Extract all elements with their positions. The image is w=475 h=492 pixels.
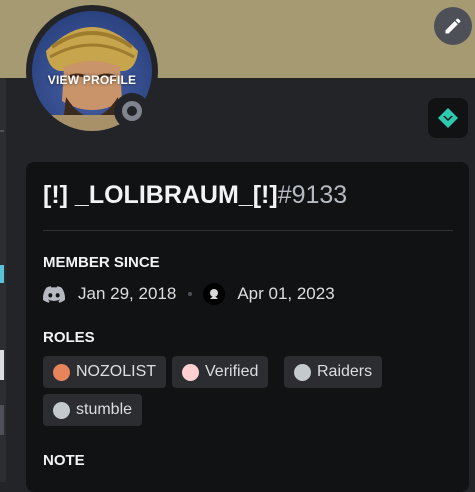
discord-join-date: Jan 29, 2018 bbox=[78, 284, 177, 303]
role-pill[interactable]: Raiders bbox=[284, 356, 383, 388]
role-color-dot bbox=[53, 363, 70, 381]
discord-logo-icon bbox=[43, 285, 65, 303]
background-edge-mark bbox=[0, 265, 4, 283]
username-display[interactable]: [!] _LOLIBRAUM_[!]#9133 bbox=[43, 181, 347, 210]
role-name: Verified bbox=[205, 363, 259, 380]
role-pill[interactable]: NOZOLIST bbox=[43, 356, 167, 388]
role-name: NOZOLIST bbox=[76, 363, 157, 380]
status-indicator bbox=[114, 93, 150, 129]
background-edge-mark bbox=[0, 130, 4, 132]
username: [!] _LOLIBRAUM_[!] bbox=[43, 181, 278, 209]
note-title: NOTE bbox=[43, 452, 85, 469]
roles-title: ROLES bbox=[43, 329, 95, 346]
role-color-dot bbox=[182, 363, 199, 381]
hypesquad-badge[interactable] bbox=[428, 98, 468, 138]
background-edge-mark bbox=[0, 350, 4, 380]
member-since-title: MEMBER SINCE bbox=[43, 254, 160, 271]
edit-profile-button[interactable] bbox=[434, 7, 472, 45]
role-pill[interactable]: stumble bbox=[43, 394, 143, 426]
server-join-date: Apr 01, 2023 bbox=[237, 284, 335, 303]
view-profile-overlay: VIEW PROFILE bbox=[47, 73, 137, 87]
status-offline-icon bbox=[122, 101, 142, 121]
separator-dot bbox=[188, 292, 193, 296]
member-since-row: Jan 29, 2018 Apr 01, 2023 bbox=[43, 282, 335, 306]
hypesquad-badge-icon bbox=[438, 108, 458, 128]
server-icon bbox=[203, 283, 226, 305]
role-name: Raiders bbox=[317, 363, 373, 380]
role-color-dot bbox=[294, 363, 311, 381]
background-edge-mark bbox=[0, 405, 4, 435]
server-emblem bbox=[210, 289, 219, 299]
profile-card: [!] _LOLIBRAUM_[!]#9133 MEMBER SINCE Jan… bbox=[26, 162, 469, 492]
role-pill[interactable]: Verified bbox=[172, 356, 269, 388]
discriminator: #9133 bbox=[277, 181, 348, 209]
role-name: stumble bbox=[76, 401, 133, 418]
divider bbox=[43, 230, 453, 231]
role-color-dot bbox=[53, 401, 70, 419]
edit-pencil-icon bbox=[445, 18, 461, 34]
